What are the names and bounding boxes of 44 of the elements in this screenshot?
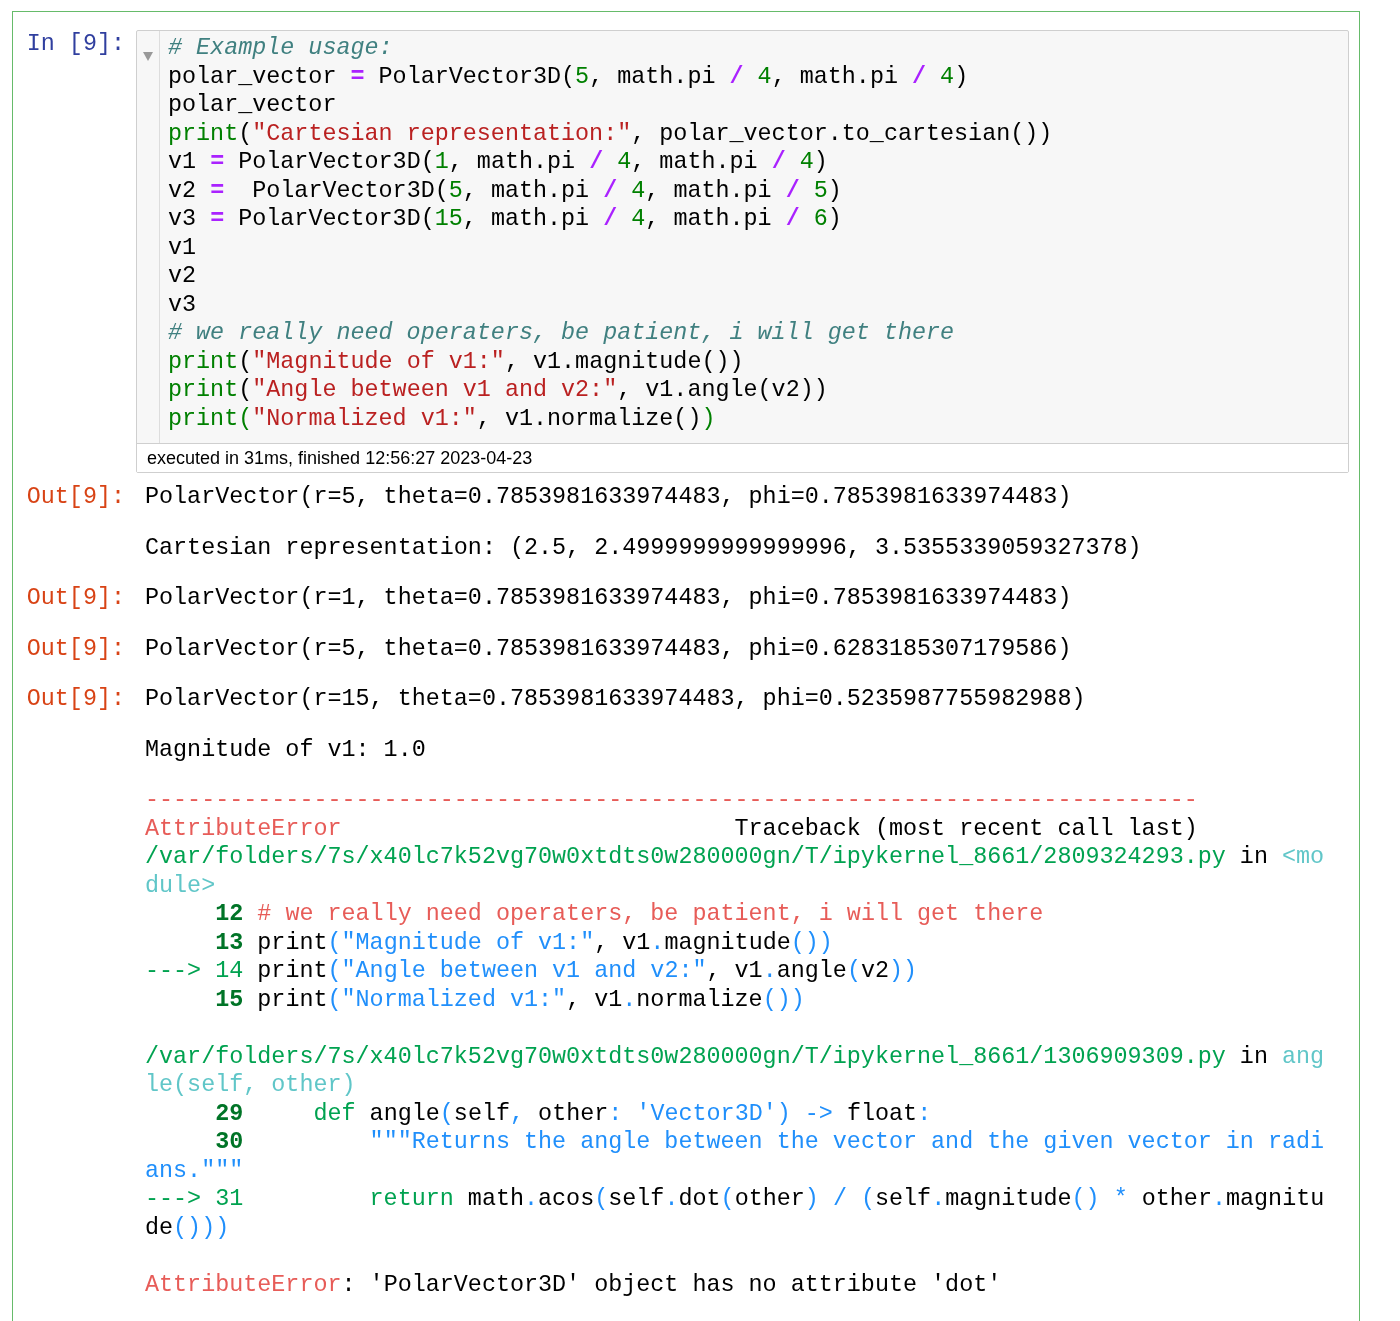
code-line: v2 = PolarVector3D(5, math.pi / 4, math.pi / 5): [168, 176, 843, 205]
traceback-line: ---------------------------------------------------------------------------: [145, 786, 1199, 815]
output-prompt: Out[9]:: [26, 585, 125, 611]
stdout-line: Cartesian representation: (2.5, 2.4999999999999996, 3.5355339059327378): [145, 533, 1142, 562]
collapse-triangle-icon[interactable]: [143, 51, 153, 61]
code-line: print("Magnitude of v1:", v1.magnitude()): [168, 347, 745, 376]
execution-info: executed in 31ms, finished 12:56:27 2023-04-23: [137, 443, 1348, 472]
input-prompt: In [9]:: [26, 31, 125, 57]
stdout-line: Magnitude of v1: 1.0: [145, 735, 426, 764]
traceback-line: AttributeError: 'PolarVector3D' object has no attribute 'dot': [145, 1270, 1003, 1299]
traceback-line: le(self, other): [145, 1071, 357, 1100]
traceback-line: de())): [145, 1213, 231, 1242]
traceback-line: 12 # we really need operaters, be patient, i will get there: [214, 900, 1045, 929]
code-line: v2: [168, 262, 198, 291]
code-line: print("Cartesian representation:", polar_vector.to_cartesian()): [168, 119, 1053, 148]
code-line: v1: [168, 233, 198, 262]
traceback-line: 30 """Returns the angle between the vector and the given vector in radi: [214, 1128, 1325, 1157]
code-line: v1 = PolarVector3D(1, math.pi / 4, math.pi / 4): [168, 148, 829, 177]
code-line: print("Angle between v1 and v2:", v1.angle(v2)): [168, 376, 829, 405]
traceback-line: /var/folders/7s/x40lc7k52vg70w0xtdts0w280000gn/T/ipykernel_8661/1306909309.py in ang: [145, 1042, 1325, 1071]
code-line: v3: [168, 290, 198, 319]
code-line: polar_vector = PolarVector3D(5, math.pi / 4, math.pi / 4): [168, 62, 970, 91]
output-prompt: Out[9]:: [26, 635, 125, 662]
result-line: PolarVector(r=5, theta=0.7853981633974483, phi=0.6283185307179586): [145, 634, 1072, 663]
traceback-line: dule>: [145, 871, 217, 900]
code-editor[interactable]: [136, 30, 1349, 473]
traceback-line: ---> 14 print("Angle between v1 and v2:", v1.angle(v2)): [145, 957, 919, 986]
result-line: PolarVector(r=1, theta=0.7853981633974483, phi=0.7853981633974483): [145, 584, 1072, 613]
traceback-line: ---> 31 return math.acos(self.dot(other) / (self.magnitude() * other.magnitu: [145, 1185, 1325, 1214]
code-line: print("Normalized v1:", v1.normalize()): [168, 404, 717, 433]
traceback-line: ans.""": [145, 1156, 245, 1185]
code-line: # Example usage:: [168, 34, 394, 63]
traceback-line: 15 print("Normalized v1:", v1.normalize()): [214, 985, 806, 1014]
code-line: # we really need operaters, be patient, i will get there: [168, 319, 956, 348]
traceback-line: 29 def angle(self, other: 'Vector3D') -> float:: [214, 1099, 933, 1128]
result-line: PolarVector(r=15, theta=0.7853981633974483, phi=0.5235987755982988): [145, 685, 1086, 714]
traceback-line: 13 print("Magnitude of v1:", v1.magnitude()): [214, 928, 834, 957]
traceback-line: AttributeError Traceback (most recent call last): [145, 814, 1199, 843]
output-prompt: Out[9]:: [26, 484, 125, 510]
output-prompt: Out[9]:: [26, 686, 125, 712]
result-line: PolarVector(r=5, theta=0.7853981633974483, phi=0.7853981633974483): [145, 483, 1072, 512]
code-line: polar_vector: [168, 91, 338, 120]
traceback-line: /var/folders/7s/x40lc7k52vg70w0xtdts0w280000gn/T/ipykernel_8661/2809324293.py in <mo: [145, 843, 1325, 872]
code-line: v3 = PolarVector3D(15, math.pi / 4, math.pi / 6): [168, 205, 843, 234]
